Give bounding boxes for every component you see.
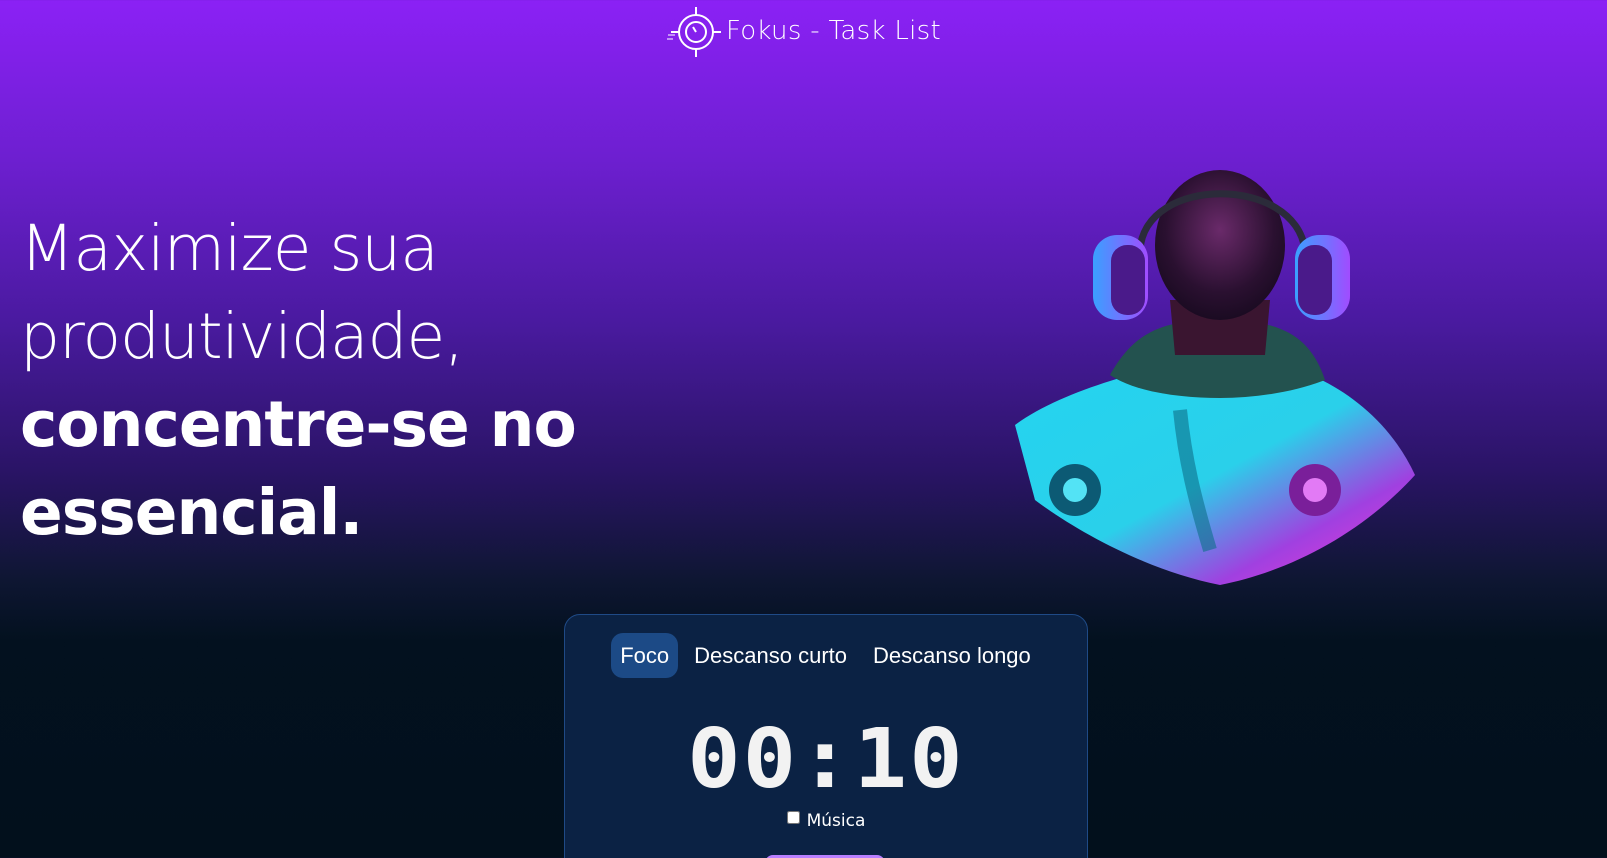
timer-mode-tabs: Foco Descanso curto Descanso longo	[565, 633, 1087, 678]
music-checkbox[interactable]	[786, 810, 800, 824]
app-title: Fokus - Task List	[725, 16, 942, 46]
app-header: Fokus - Task List	[0, 0, 1607, 62]
music-label: Música	[806, 811, 866, 831]
timer-display: 00:10	[687, 712, 965, 807]
hero-title: Maximize sua produtividade, concentre-se…	[20, 205, 820, 557]
hero-title-light: Maximize sua produtividade,	[20, 212, 464, 373]
music-toggle[interactable]: Música	[565, 810, 1087, 831]
tab-descanso-curto[interactable]: Descanso curto	[684, 633, 857, 678]
tab-foco[interactable]: Foco	[611, 633, 679, 678]
tab-descanso-longo[interactable]: Descanso longo	[863, 633, 1041, 678]
hero-image-person-headphones	[1015, 170, 1430, 590]
hero-title-bold: concentre-se no essencial.	[20, 388, 577, 549]
timer-card: Foco Descanso curto Descanso longo 00:10…	[564, 614, 1088, 858]
stopwatch-target-icon	[666, 5, 722, 57]
